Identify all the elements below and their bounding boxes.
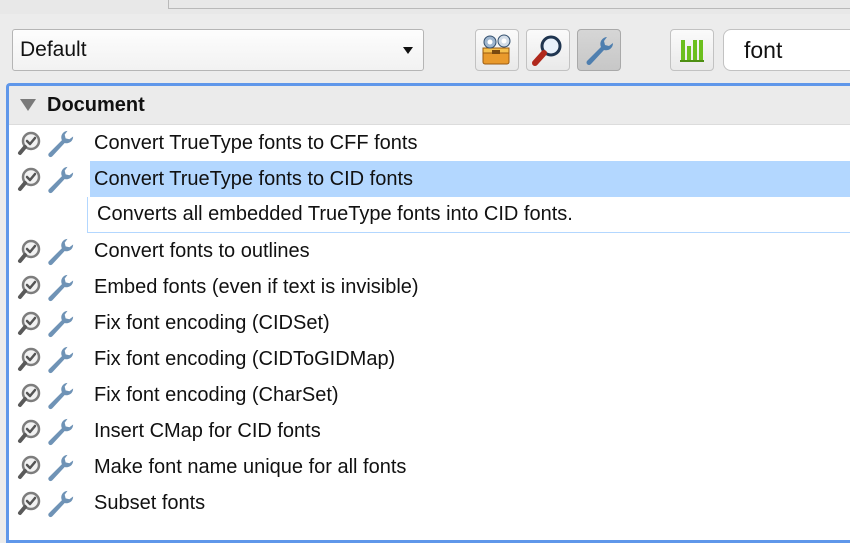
list-item-icons <box>9 344 90 374</box>
wrench-icon <box>48 490 74 518</box>
list-item-label: Fix font encoding (CharSet) <box>94 383 339 406</box>
list-item[interactable]: Convert TrueType fonts to CID fonts <box>9 161 850 197</box>
wrench-icon <box>48 382 74 410</box>
magnifier-icon <box>532 35 562 66</box>
wrench-icon <box>48 130 74 158</box>
chevron-down-icon <box>403 46 413 54</box>
check-magnifier-icon <box>18 383 41 407</box>
wrench-icon <box>48 166 74 194</box>
list-item-description: Converts all embedded TrueType fonts int… <box>87 197 850 233</box>
group-title: Document <box>47 93 145 116</box>
wrench-icon <box>586 37 614 65</box>
fixups-list: Document Convert TrueType fonts to CFF f… <box>6 83 850 543</box>
list-item-label: Insert CMap for CID fonts <box>94 419 321 442</box>
list-item[interactable]: Fix font encoding (CharSet) <box>9 377 850 413</box>
inspect-button[interactable] <box>526 29 570 71</box>
list-item-icons <box>9 236 90 266</box>
list-item-icons <box>9 272 90 302</box>
check-magnifier-icon <box>18 131 41 155</box>
list-item[interactable]: Insert CMap for CID fonts <box>9 413 850 449</box>
list-item[interactable]: Convert fonts to outlines <box>9 233 850 269</box>
group-header-document[interactable]: Document <box>9 86 850 125</box>
wrench-icon <box>48 274 74 302</box>
list-item-label: Make font name unique for all fonts <box>94 455 407 478</box>
check-magnifier-icon <box>18 347 41 371</box>
wrench-icon <box>48 238 74 266</box>
toolbox-wrench-icon <box>482 34 511 65</box>
list-item[interactable]: Fix font encoding (CIDSet) <box>9 305 850 341</box>
wrench-icon <box>48 454 74 482</box>
list-item-label: Subset fonts <box>94 491 206 514</box>
list-item-icons <box>9 488 90 518</box>
list-item[interactable]: Convert TrueType fonts to CFF fonts <box>9 125 850 161</box>
chart-button[interactable] <box>670 29 714 71</box>
list-item-icons <box>9 164 90 194</box>
fixups-filter-button[interactable] <box>577 29 621 71</box>
list-item-label: Convert TrueType fonts to CID fonts <box>90 161 850 197</box>
list-item-label: Convert TrueType fonts to CFF fonts <box>94 131 418 154</box>
disclosure-triangle-icon[interactable] <box>20 99 36 111</box>
check-magnifier-icon <box>18 275 41 299</box>
check-magnifier-icon <box>18 239 41 263</box>
top-strip <box>0 0 850 14</box>
list-item[interactable]: Embed fonts (even if text is invisible) <box>9 269 850 305</box>
check-magnifier-icon <box>18 311 41 335</box>
wrench-icon <box>48 310 74 338</box>
bar-chart-icon <box>680 40 704 62</box>
list-item-icons <box>9 380 90 410</box>
list-item[interactable]: Subset fonts <box>9 485 850 521</box>
check-magnifier-icon <box>18 455 41 479</box>
check-magnifier-icon <box>18 491 41 515</box>
list-item-icons <box>9 308 90 338</box>
check-magnifier-icon <box>18 167 41 191</box>
list-item-label: Embed fonts (even if text is invisible) <box>94 275 419 298</box>
search-input[interactable] <box>723 29 850 71</box>
list-item-label: Convert fonts to outlines <box>94 239 310 262</box>
list-item-icons <box>9 416 90 446</box>
list-item-label: Fix font encoding (CIDToGIDMap) <box>94 347 396 370</box>
check-magnifier-icon <box>18 419 41 443</box>
profile-select-value: Default <box>20 38 87 61</box>
profile-select[interactable]: Default <box>12 29 424 71</box>
list-item-icons <box>9 452 90 482</box>
list-item[interactable]: Fix font encoding (CIDToGIDMap) <box>9 341 850 377</box>
list-item-label: Fix font encoding (CIDSet) <box>94 311 330 334</box>
divider <box>168 8 850 9</box>
wrench-icon <box>48 346 74 374</box>
fixups-toolbox-button[interactable] <box>475 29 519 71</box>
wrench-icon <box>48 418 74 446</box>
list-rows: Convert TrueType fonts to CFF fonts Conve… <box>9 125 850 521</box>
list-item[interactable]: Make font name unique for all fonts <box>9 449 850 485</box>
list-item-icons <box>9 128 90 158</box>
